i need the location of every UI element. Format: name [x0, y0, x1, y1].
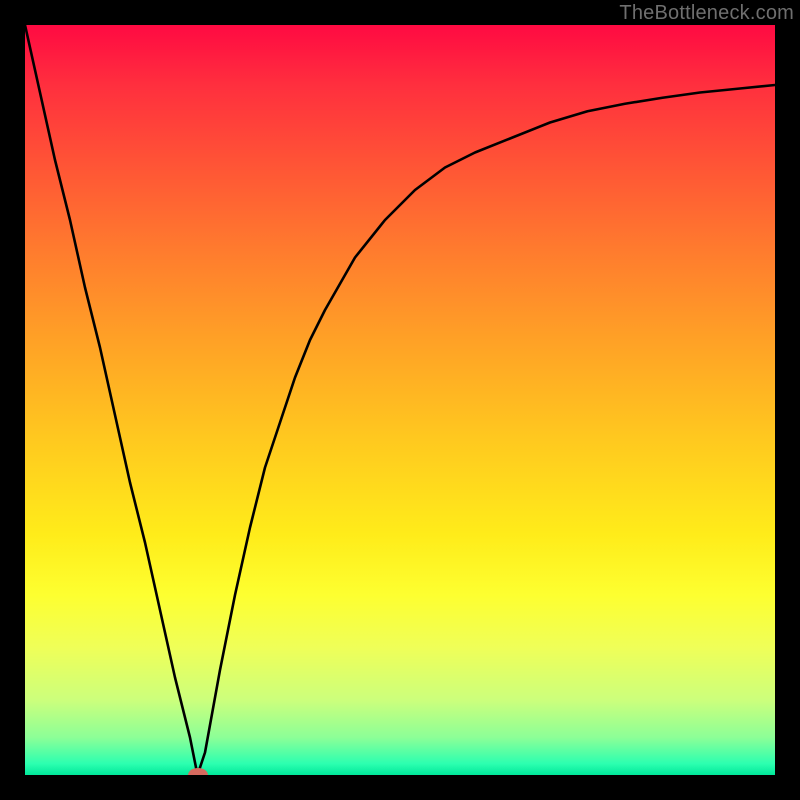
plot-area: [25, 25, 775, 775]
bottleneck-curve: [25, 25, 775, 775]
optimal-point-marker: [188, 768, 208, 775]
watermark-text: TheBottleneck.com: [619, 2, 794, 25]
chart-frame: TheBottleneck.com: [0, 0, 800, 800]
